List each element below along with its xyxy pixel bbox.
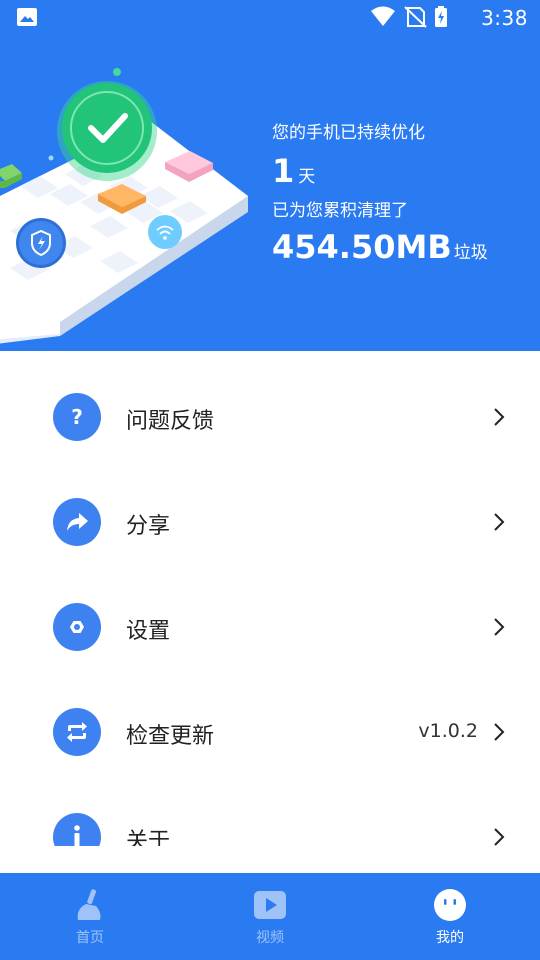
phone-illustration xyxy=(0,68,248,344)
chevron-right-icon xyxy=(494,408,505,426)
menu-item-check-update[interactable]: 检查更新 v1.0.2 xyxy=(0,680,540,785)
tab-video[interactable]: 视频 xyxy=(180,873,360,960)
no-sim-icon xyxy=(404,6,427,28)
refresh-icon xyxy=(53,708,101,756)
menu-item-label: 分享 xyxy=(126,514,171,539)
optimized-label: 您的手机已持续优化 xyxy=(272,123,425,143)
status-bar: 3:38 xyxy=(0,0,540,36)
menu-item-label: 关于 xyxy=(126,829,171,846)
tab-label: 我的 xyxy=(436,930,464,946)
tab-label: 视频 xyxy=(256,930,284,946)
menu-item-settings[interactable]: 设置 xyxy=(0,575,540,680)
share-icon xyxy=(53,498,101,546)
bottom-tab-bar: 首页 视频 我的 xyxy=(0,873,540,960)
status-icons xyxy=(371,6,447,28)
tab-home[interactable]: 首页 xyxy=(0,873,180,960)
svg-text:?: ? xyxy=(71,405,83,429)
tab-label: 首页 xyxy=(76,930,104,946)
chevron-right-icon xyxy=(494,618,505,636)
face-icon xyxy=(434,889,466,921)
menu-item-feedback[interactable]: ? 问题反馈 xyxy=(0,365,540,470)
cleaned-row: 454.50MB 垃圾 xyxy=(272,228,488,272)
question-icon: ? xyxy=(53,393,101,441)
days-value: 1 xyxy=(272,152,295,190)
image-notification-icon xyxy=(17,8,37,26)
version-label: v1.0.2 xyxy=(418,720,478,742)
menu-item-about[interactable]: 关于 xyxy=(0,785,540,846)
tab-mine[interactable]: 我的 xyxy=(360,873,540,960)
optimization-stats: 您的手机已持续优化 1 天 已为您累积清理了 454.50MB 垃圾 xyxy=(272,120,488,272)
clock: 3:38 xyxy=(481,6,528,30)
chevron-right-icon xyxy=(494,828,505,846)
settings-icon xyxy=(53,603,101,651)
menu-item-label: 检查更新 xyxy=(126,724,215,749)
broom-icon xyxy=(77,889,101,920)
menu-item-label: 设置 xyxy=(126,619,171,644)
cleaned-unit: 垃圾 xyxy=(453,243,488,263)
cleaned-amount: 454.50MB xyxy=(272,228,452,266)
chevron-right-icon xyxy=(494,723,505,741)
days-unit: 天 xyxy=(298,167,316,187)
menu-item-label: 问题反馈 xyxy=(126,409,215,434)
days-row: 1 天 xyxy=(272,152,488,196)
info-icon xyxy=(53,813,101,846)
settings-menu: ? 问题反馈 分享 设置 检查更新 v1.0.2 关于 xyxy=(0,351,540,846)
chevron-right-icon xyxy=(494,513,505,531)
video-icon xyxy=(254,891,286,919)
header-banner: 3:38 您的手机已持续优化 1 天 已为您累积清理了 454.50MB 垃圾 xyxy=(0,0,540,351)
menu-item-share[interactable]: 分享 xyxy=(0,470,540,575)
battery-charging-icon xyxy=(435,6,447,27)
cleaned-label: 已为您累积清理了 xyxy=(272,201,408,221)
wifi-icon xyxy=(371,6,395,26)
